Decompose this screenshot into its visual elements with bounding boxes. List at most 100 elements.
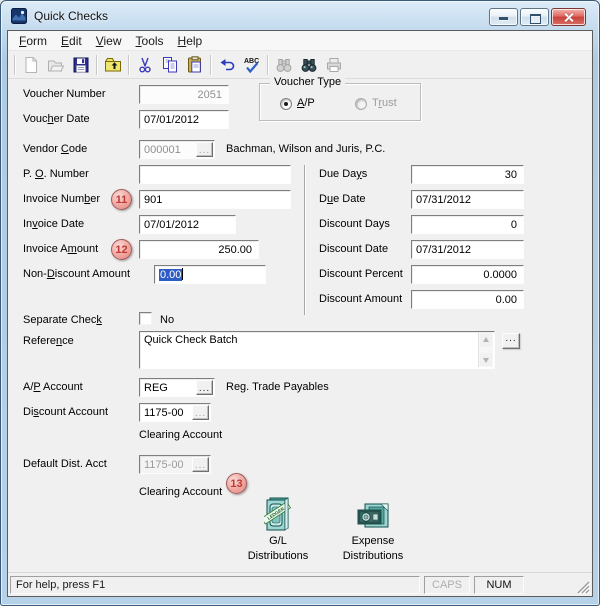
menu-help[interactable]: Help <box>171 33 210 49</box>
copy-button[interactable] <box>158 54 181 76</box>
discount-account-field[interactable]: 1175-00 <box>139 403 211 422</box>
scroll-up-icon <box>480 334 492 347</box>
undo-icon <box>217 55 237 75</box>
reference-field[interactable]: Quick Check Batch <box>139 331 495 369</box>
po-number-label: P. O. Number <box>23 168 89 180</box>
invoice-date-label: Invoice Date <box>23 218 84 230</box>
vendor-code-browse-icon <box>196 142 213 157</box>
discount-date-label: Discount Date <box>319 243 388 255</box>
find-next-button[interactable] <box>297 54 320 76</box>
annotation-12: 12 <box>111 239 132 260</box>
expense-distributions-button[interactable]: Expense Distributions <box>328 493 418 563</box>
find-icon <box>274 55 294 75</box>
cut-button[interactable] <box>133 54 156 76</box>
invoice-amount-field[interactable]: 250.00 <box>139 240 259 259</box>
separate-check-value-label: No <box>160 314 174 326</box>
voucher-date-label: Voucher Date <box>23 113 90 125</box>
resize-grip[interactable] <box>577 581 590 594</box>
po-number-field[interactable] <box>139 165 291 184</box>
discount-amount-field[interactable]: 0.00 <box>411 290 524 309</box>
new-button <box>19 54 42 76</box>
discount-percent-field[interactable]: 0.0000 <box>411 265 524 284</box>
reference-text: Quick Check Batch <box>144 334 238 346</box>
voucher-type-legend: Voucher Type <box>270 76 345 88</box>
menu-view[interactable]: View <box>89 33 129 49</box>
window-title: Quick Checks <box>34 9 108 23</box>
discount-amount-label: Discount Amount <box>319 293 402 305</box>
non-discount-amount-field[interactable]: 0.00 <box>154 265 266 284</box>
scroll-down-icon <box>480 353 492 366</box>
menu-tools[interactable]: Tools <box>129 33 171 49</box>
print-icon <box>324 55 344 75</box>
paste-button[interactable] <box>183 54 206 76</box>
maximize-button[interactable] <box>520 8 549 26</box>
undo-button[interactable] <box>215 54 238 76</box>
ap-account-field[interactable]: REG <box>139 378 215 397</box>
toolbar: ABC <box>8 51 592 79</box>
expense-distributions-label-line2: Distributions <box>328 550 418 563</box>
close-button[interactable] <box>551 8 586 26</box>
voucher-date-field[interactable]: 07/01/2012 <box>139 110 229 129</box>
ap-account-description: Reg. Trade Payables <box>226 381 329 393</box>
gl-distributions-icon: LEDGER <box>264 495 292 533</box>
menu-bar: Form Edit View Tools Help <box>8 31 592 51</box>
menu-form[interactable]: Form <box>12 33 54 49</box>
discount-days-label: Discount Days <box>319 218 390 230</box>
ap-account-label: A/P Account <box>23 381 83 393</box>
gl-distributions-button[interactable]: LEDGER G/L Distributions <box>233 493 323 563</box>
discount-days-field[interactable]: 0 <box>411 215 524 234</box>
client-area: Form Edit View Tools Help <box>7 30 593 597</box>
toolbar-separator <box>210 55 211 75</box>
open-button <box>44 54 67 76</box>
status-num-indicator: NUM <box>474 576 524 594</box>
gl-distributions-label-line1: G/L <box>233 535 323 548</box>
find-button <box>272 54 295 76</box>
close-icon <box>563 12 574 23</box>
due-days-field[interactable]: 30 <box>411 165 524 184</box>
ap-account-browse-icon[interactable] <box>196 380 213 395</box>
expense-distributions-icon <box>356 501 390 533</box>
status-help-text: For help, press F1 <box>10 576 420 594</box>
toolbar-separator <box>267 55 268 75</box>
expense-distributions-label-line1: Expense <box>328 535 418 548</box>
window-controls <box>487 8 586 26</box>
minimize-button[interactable] <box>489 8 518 26</box>
title-bar[interactable]: Quick Checks <box>1 1 599 30</box>
vendor-code-label: Vendor Code <box>23 143 87 155</box>
separate-check-checkbox[interactable] <box>139 312 152 325</box>
voucher-type-group: Voucher Type A/P Trust <box>259 83 421 121</box>
discount-percent-label: Discount Percent <box>319 268 403 280</box>
form-area: Voucher Number 2051 Voucher Type A/P Tru… <box>8 79 592 572</box>
toolbar-gripper <box>14 55 15 75</box>
menu-edit[interactable]: Edit <box>54 33 89 49</box>
invoice-date-field[interactable]: 07/01/2012 <box>139 215 236 234</box>
reference-scrollbar <box>478 333 493 367</box>
voucher-type-ap-radio[interactable] <box>280 98 292 110</box>
due-date-field[interactable]: 07/31/2012 <box>411 190 524 209</box>
text-caret <box>182 268 183 280</box>
reference-label: Reference <box>23 335 74 347</box>
voucher-number-field: 2051 <box>139 85 229 104</box>
reference-browse-button[interactable] <box>502 333 520 349</box>
window: Quick Checks Form Edit View Tools Help <box>0 0 600 606</box>
new-document-icon <box>21 55 41 75</box>
discount-date-field[interactable]: 07/31/2012 <box>411 240 524 259</box>
up-one-level-button[interactable] <box>101 54 124 76</box>
annotation-13: 13 <box>226 473 247 494</box>
toolbar-separator <box>128 55 129 75</box>
voucher-type-trust-radio <box>355 98 367 110</box>
invoice-number-label: Invoice Number <box>23 193 100 205</box>
save-icon <box>71 55 91 75</box>
discount-account-label: Discount Account <box>23 406 108 418</box>
non-discount-amount-label: Non-Discount Amount <box>23 268 130 280</box>
save-button[interactable] <box>69 54 92 76</box>
invoice-number-field[interactable]: 901 <box>139 190 291 209</box>
copy-icon <box>160 55 180 75</box>
spell-check-button[interactable]: ABC <box>240 54 263 76</box>
status-bar: For help, press F1 CAPS NUM <box>8 572 592 596</box>
separate-check-label: Separate Check <box>23 314 102 326</box>
due-days-label: Due Days <box>319 168 367 180</box>
open-folder-icon <box>46 55 66 75</box>
print-button <box>322 54 345 76</box>
cut-icon <box>135 55 155 75</box>
